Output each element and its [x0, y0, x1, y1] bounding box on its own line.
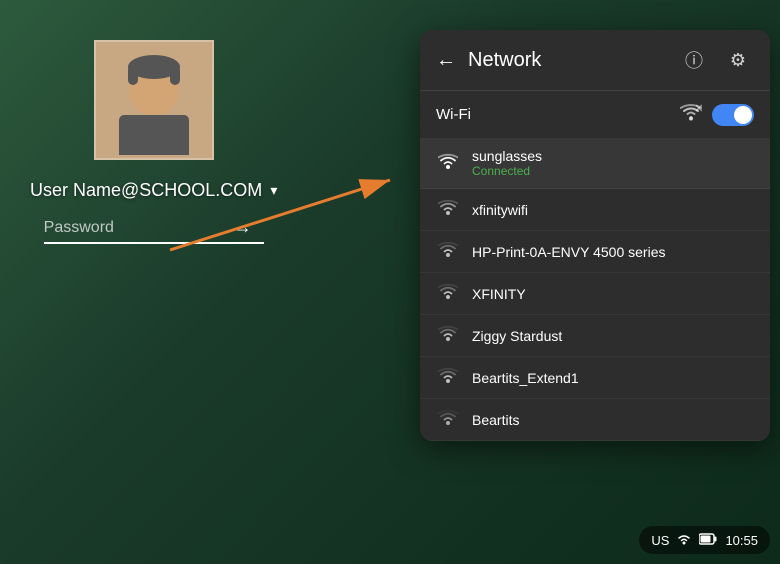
- header-icons: ⓘ ⚙: [678, 44, 754, 76]
- network-item[interactable]: Ziggy Stardust: [420, 315, 770, 357]
- wifi-icon: [436, 367, 460, 388]
- network-status: Connected: [472, 164, 542, 178]
- info-button[interactable]: ⓘ: [678, 44, 710, 76]
- wifi-label: Wi-Fi: [436, 106, 471, 123]
- back-button[interactable]: ←: [436, 49, 456, 72]
- network-item[interactable]: Beartits_Extend1: [420, 357, 770, 399]
- wifi-controls: [680, 103, 754, 126]
- clock-label: 10:55: [725, 533, 758, 548]
- battery-icon: [699, 532, 717, 548]
- network-info: XFINITY: [472, 286, 526, 302]
- wifi-icon: [436, 153, 460, 174]
- taskbar: US 10:55: [639, 526, 770, 554]
- avatar: [94, 40, 214, 160]
- locale-label: US: [651, 533, 669, 548]
- toggle-knob: [734, 106, 752, 124]
- network-panel: ← Network ⓘ ⚙ Wi-Fi: [420, 30, 770, 441]
- wifi-icon: [436, 241, 460, 262]
- network-name: Beartits_Extend1: [472, 370, 579, 386]
- settings-button[interactable]: ⚙: [722, 44, 754, 76]
- wifi-icon: [436, 325, 460, 346]
- wifi-toggle[interactable]: [712, 104, 754, 126]
- login-area: User Name@SCHOOL.COM ▾ →: [30, 40, 277, 244]
- network-item[interactable]: sunglasses Connected: [420, 138, 770, 189]
- network-item[interactable]: xfinitywifi: [420, 189, 770, 231]
- username-label: User Name@SCHOOL.COM: [30, 180, 262, 201]
- network-name: HP-Print-0A-ENVY 4500 series: [472, 244, 665, 260]
- network-info: HP-Print-0A-ENVY 4500 series: [472, 244, 665, 260]
- network-list: sunglasses Connected xfinitywifi: [420, 138, 770, 441]
- network-info: Ziggy Stardust: [472, 328, 562, 344]
- wifi-icon: [436, 199, 460, 220]
- network-name: XFINITY: [472, 286, 526, 302]
- network-info: Beartits: [472, 412, 519, 428]
- password-row: →: [44, 217, 264, 244]
- network-info: xfinitywifi: [472, 202, 528, 218]
- network-info: Beartits_Extend1: [472, 370, 579, 386]
- user-row: User Name@SCHOOL.COM ▾: [30, 180, 277, 201]
- network-name: xfinitywifi: [472, 202, 528, 218]
- taskbar-wifi-icon: [677, 532, 691, 548]
- network-name: Ziggy Stardust: [472, 328, 562, 344]
- network-item[interactable]: Beartits: [420, 399, 770, 441]
- user-dropdown-chevron[interactable]: ▾: [270, 182, 277, 199]
- login-submit-button[interactable]: →: [234, 217, 252, 238]
- network-item[interactable]: XFINITY: [420, 273, 770, 315]
- panel-title: Network: [468, 49, 678, 72]
- wifi-icon: [436, 283, 460, 304]
- password-input[interactable]: [44, 219, 234, 237]
- network-item[interactable]: HP-Print-0A-ENVY 4500 series: [420, 231, 770, 273]
- wifi-section-header: Wi-Fi: [420, 91, 770, 138]
- network-name: sunglasses: [472, 148, 542, 164]
- wifi-signal-icon: [680, 103, 702, 126]
- network-info: sunglasses Connected: [472, 148, 542, 178]
- wifi-icon: [436, 409, 460, 430]
- network-name: Beartits: [472, 412, 519, 428]
- panel-header: ← Network ⓘ ⚙: [420, 30, 770, 91]
